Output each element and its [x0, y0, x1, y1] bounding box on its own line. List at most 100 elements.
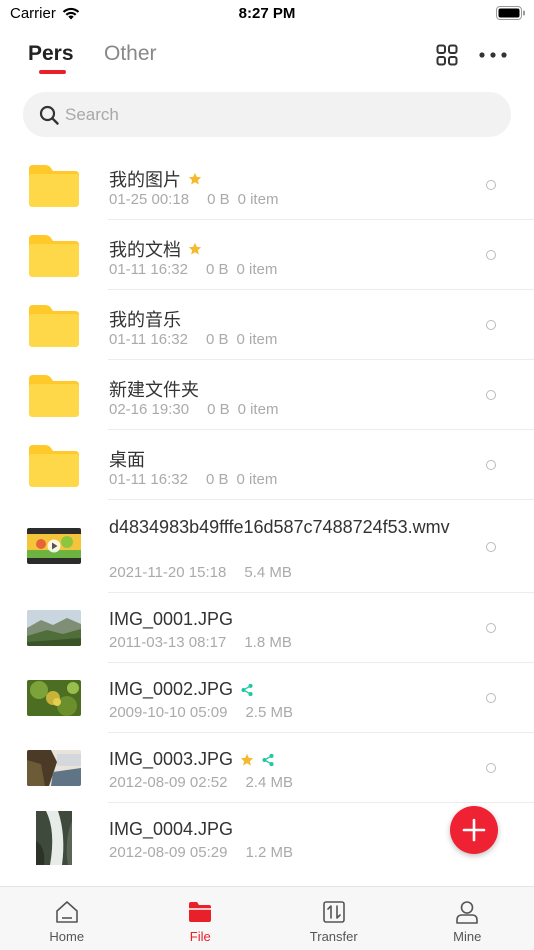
- item-count: 0 item: [237, 191, 279, 208]
- status-bar: Carrier 8:27 PM: [0, 0, 534, 28]
- file-name: 新建文件夹: [109, 380, 199, 400]
- file-meta: 2012-08-09 05:29 1.2 MB: [109, 844, 293, 861]
- file-name: 我的文档: [109, 240, 181, 260]
- file-date: 02-16 19:30: [109, 401, 190, 418]
- file-name: IMG_0003.JPG: [109, 749, 234, 769]
- file-name: 我的音乐: [109, 310, 181, 330]
- bottom-tab-bar: Home File Transfer Mine: [0, 886, 534, 950]
- tab-other[interactable]: Other: [104, 42, 157, 66]
- transfer-icon: [322, 901, 345, 923]
- list-item[interactable]: 我的图片 01-25 00:18 0 B 0 item: [0, 150, 534, 220]
- list-item[interactable]: IMG_0001.JPG 2011-03-13 08:17 1.8 MB: [0, 593, 534, 663]
- search-icon: [39, 105, 59, 125]
- file-name-row: IMG_0003.JPG: [109, 749, 275, 770]
- folder-icon: [29, 305, 79, 347]
- image-thumbnail: [27, 610, 81, 646]
- file-name-row: 新建文件夹: [109, 376, 199, 402]
- file-meta: 01-25 00:18 0 B 0 item: [109, 191, 278, 208]
- tab-transfer[interactable]: Transfer: [267, 887, 401, 950]
- list-item[interactable]: 新建文件夹 02-16 19:30 0 B 0 item: [0, 360, 534, 430]
- video-thumbnail: [27, 528, 81, 564]
- file-size: 0 B: [205, 471, 229, 488]
- file-size: 1.8 MB: [244, 634, 292, 651]
- file-name-row: 桌面: [109, 446, 145, 472]
- select-radio[interactable]: [486, 542, 496, 552]
- select-radio[interactable]: [486, 460, 496, 470]
- file-size: 1.2 MB: [245, 844, 293, 861]
- file-date: 01-25 00:18: [109, 191, 190, 208]
- folder-icon: [29, 445, 79, 487]
- file-name: IMG_0002.JPG: [109, 679, 234, 699]
- search-bar[interactable]: [23, 92, 511, 137]
- star-icon: [240, 753, 254, 766]
- select-radio[interactable]: [486, 180, 496, 190]
- select-radio[interactable]: [486, 693, 496, 703]
- image-thumbnail: [36, 811, 72, 865]
- select-radio[interactable]: [486, 390, 496, 400]
- file-meta: 01-11 16:32 0 B 0 item: [109, 331, 277, 348]
- file-meta: 01-11 16:32 0 B 0 item: [109, 471, 277, 488]
- file-name-row: 我的文档: [109, 236, 202, 262]
- file-size: 0 B: [207, 401, 230, 418]
- file-size: 2.4 MB: [245, 774, 293, 791]
- file-size: 2.5 MB: [245, 704, 293, 721]
- folder-icon: [29, 375, 79, 417]
- file-date: 01-11 16:32: [109, 261, 188, 278]
- profile-icon: [456, 901, 479, 924]
- search-input[interactable]: [65, 104, 465, 125]
- tab-pers[interactable]: Pers: [28, 42, 74, 66]
- tab-mine[interactable]: Mine: [401, 887, 534, 950]
- folder-icon: [29, 165, 79, 207]
- clock: 8:27 PM: [238, 5, 296, 22]
- tab-label: File: [189, 929, 211, 944]
- tab-label: Home: [49, 929, 85, 944]
- file-name: 桌面: [109, 450, 145, 470]
- list-item[interactable]: IMG_0003.JPG 2012-08-09 02:52 2.4 MB: [0, 733, 534, 803]
- list-item[interactable]: 我的文档 01-11 16:32 0 B 0 item: [0, 220, 534, 290]
- file-meta: 2021-11-20 15:18 5.4 MB: [109, 564, 292, 581]
- file-size: 0 B: [205, 261, 229, 278]
- folder-icon: [29, 235, 79, 277]
- header: Pers Other: [0, 36, 534, 80]
- grid-view-icon[interactable]: [436, 44, 458, 66]
- file-name: IMG_0004.JPG: [109, 819, 234, 839]
- tab-file[interactable]: File: [134, 887, 268, 950]
- select-radio[interactable]: [486, 320, 496, 330]
- battery-icon: [496, 6, 525, 20]
- list-item[interactable]: IMG_0002.JPG 2009-10-10 05:09 2.5 MB: [0, 663, 534, 733]
- file-date: 2011-03-13 08:17: [109, 634, 227, 651]
- file-meta: 2009-10-10 05:09 2.5 MB: [109, 704, 293, 721]
- select-radio[interactable]: [486, 763, 496, 773]
- file-meta: 2012-08-09 02:52 2.4 MB: [109, 774, 293, 791]
- file-name-row: 我的图片: [109, 166, 202, 192]
- star-icon: [188, 172, 202, 185]
- list-item[interactable]: d4834983b49fffe16d587c7488724f53.wmv 202…: [0, 500, 534, 593]
- item-count: 0 item: [236, 471, 278, 488]
- add-button[interactable]: [450, 806, 498, 854]
- item-count: 0 item: [236, 261, 278, 278]
- file-meta: 02-16 19:30 0 B 0 item: [109, 401, 278, 418]
- tab-label: Transfer: [309, 929, 358, 944]
- share-icon: [262, 753, 274, 766]
- image-thumbnail: [27, 750, 81, 786]
- list-item[interactable]: 我的音乐 01-11 16:32 0 B 0 item: [0, 290, 534, 360]
- file-name-row: IMG_0002.JPG: [109, 679, 254, 700]
- file-meta: 2011-03-13 08:17 1.8 MB: [109, 634, 292, 651]
- file-name: 我的图片: [109, 170, 181, 190]
- file-size: 0 B: [205, 331, 229, 348]
- file-date: 2012-08-09 05:29: [109, 844, 228, 861]
- file-size: 5.4 MB: [244, 564, 292, 581]
- file-name-row: IMG_0001.JPG: [109, 609, 233, 630]
- file-date: 2012-08-09 02:52: [109, 774, 228, 791]
- more-icon[interactable]: [479, 52, 507, 58]
- file-name: d4834983b49fffe16d587c7488724f53.wmv: [109, 517, 450, 537]
- select-radio[interactable]: [486, 623, 496, 633]
- file-name-row: 我的音乐: [109, 306, 181, 332]
- select-radio[interactable]: [486, 250, 496, 260]
- file-date: 2021-11-20 15:18: [109, 564, 227, 581]
- list-item[interactable]: 桌面 01-11 16:32 0 B 0 item: [0, 430, 534, 500]
- file-name: IMG_0001.JPG: [109, 609, 234, 629]
- file-date: 2009-10-10 05:09: [109, 704, 228, 721]
- file-list: 我的图片 01-25 00:18 0 B 0 item 我的文档 01-11 16:…: [0, 150, 534, 873]
- tab-home[interactable]: Home: [0, 887, 134, 950]
